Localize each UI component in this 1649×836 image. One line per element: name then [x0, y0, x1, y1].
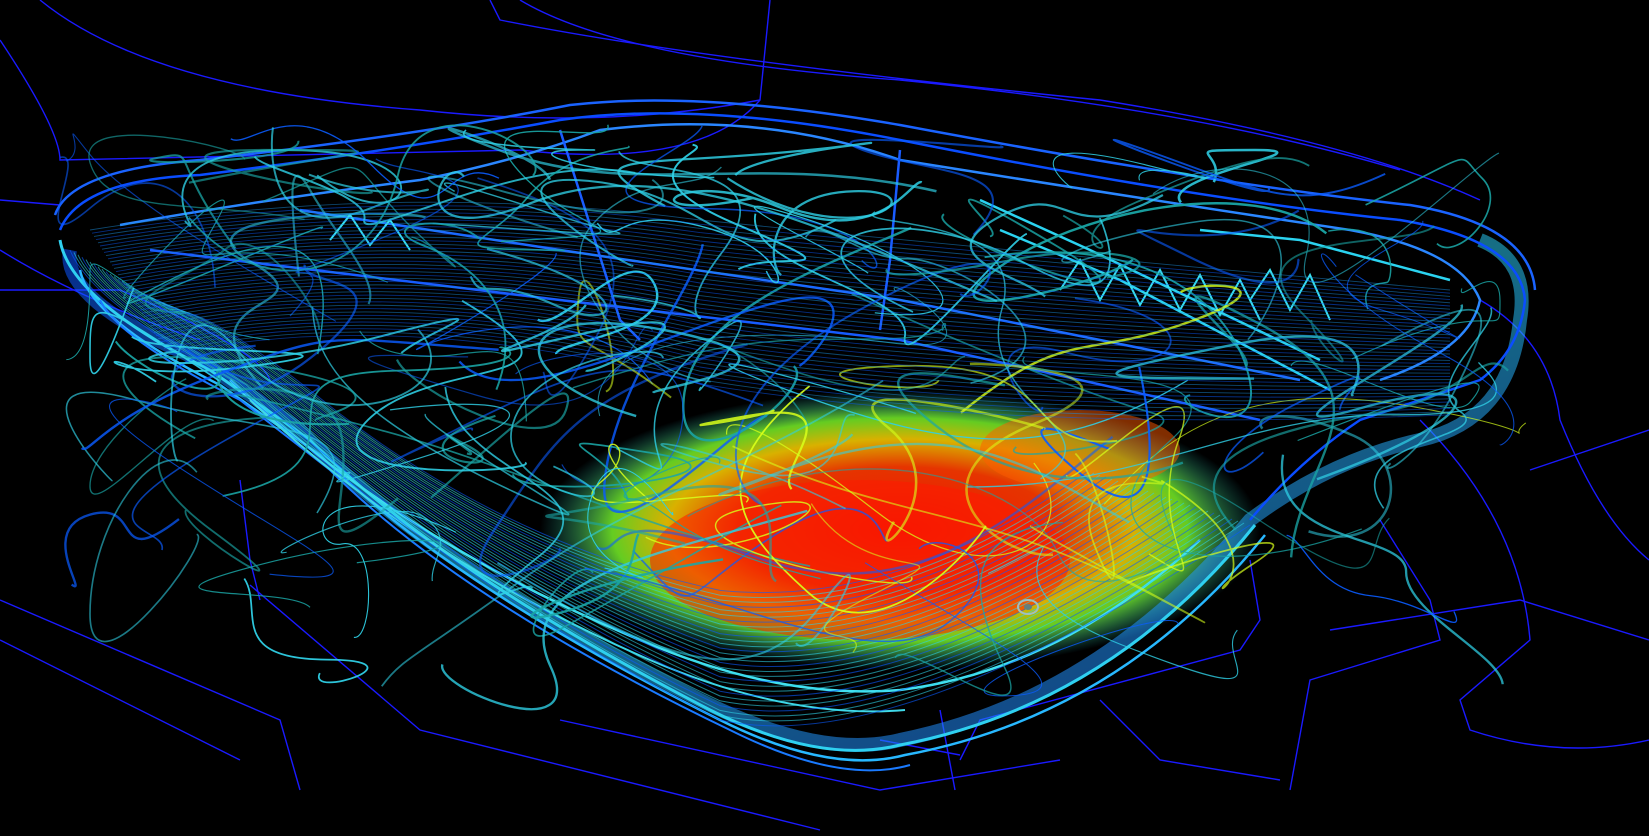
- streamline: [243, 578, 369, 684]
- streamline: [726, 177, 893, 276]
- streamline: [941, 198, 1102, 284]
- streamline: [89, 459, 200, 643]
- streamline: [1286, 534, 1458, 623]
- streamline: [1212, 362, 1509, 531]
- streamline: [322, 505, 457, 638]
- streamline: [672, 181, 923, 222]
- streamline: [849, 138, 1004, 236]
- streamline: [157, 416, 269, 572]
- streamline: [198, 539, 443, 608]
- flow-visualization: [0, 0, 1649, 836]
- streamline: [188, 124, 537, 272]
